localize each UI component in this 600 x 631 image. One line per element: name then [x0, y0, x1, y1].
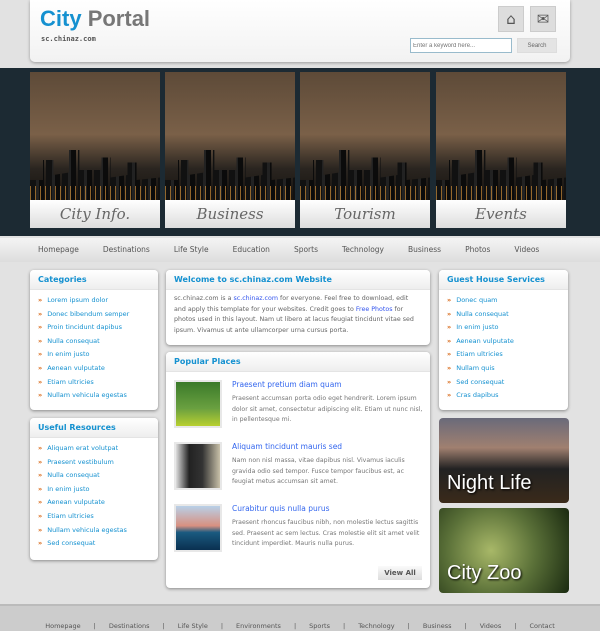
main-nav: Homepage Destinations Life Style Educati… — [0, 238, 600, 262]
nav-destinations[interactable]: Destinations — [103, 238, 150, 262]
nav-life-style[interactable]: Life Style — [174, 238, 209, 262]
resources-box: Useful Resources Aliquam erat volutpatPr… — [30, 418, 158, 560]
list-item[interactable]: Etiam ultricies — [447, 348, 560, 362]
footer-link[interactable]: Homepage — [45, 622, 80, 630]
footer-link[interactable]: Technology — [358, 622, 394, 630]
nav-sports[interactable]: Sports — [294, 238, 318, 262]
place-link[interactable]: Aliquam tincidunt mauris sed — [232, 442, 342, 451]
list-item[interactable]: Sed consequat — [447, 376, 560, 390]
nav-photos[interactable]: Photos — [465, 238, 490, 262]
list-item[interactable]: In enim justo — [447, 321, 560, 335]
list-item[interactable]: Etiam ultricies — [38, 376, 150, 390]
list-item[interactable]: Cras dapibus — [447, 389, 560, 403]
welcome-text: sc.chinaz.com is a sc.chinaz.com for eve… — [174, 295, 414, 334]
list-item[interactable]: Nulla consequat — [447, 308, 560, 322]
divider: | — [293, 622, 297, 630]
banner: City Info. Business Tourism Events — [0, 68, 600, 236]
search-input[interactable] — [410, 38, 512, 53]
list-item[interactable]: Aenean vulputate — [38, 362, 150, 376]
mail-icon[interactable]: ✉ — [530, 6, 556, 32]
list-item: Praesent pretium diam quam Praesent accu… — [174, 380, 422, 438]
free-photos-link[interactable]: Free Photos — [356, 306, 393, 313]
list-item[interactable]: Donec quam — [447, 294, 560, 308]
city-zoo-promo[interactable]: City Zoo — [439, 508, 569, 593]
header: City Portal sc.chinaz.com ⌂ ✉ Search — [30, 0, 570, 62]
list-item: Aliquam tincidunt mauris sed Nam non nis… — [174, 442, 422, 500]
list-item[interactable]: In enim justo — [38, 483, 150, 497]
banner-business[interactable]: Business — [165, 72, 295, 228]
banner-events[interactable]: Events — [436, 72, 566, 228]
divider: | — [220, 622, 224, 630]
site-link[interactable]: sc.chinaz.com — [233, 295, 278, 302]
list-item[interactable]: Nulla consequat — [38, 469, 150, 483]
footer-link[interactable]: Contact — [530, 622, 555, 630]
thumbnail[interactable] — [174, 442, 222, 490]
list-item[interactable]: Nullam vehicula egestas — [38, 389, 150, 403]
banner-city-info[interactable]: City Info. — [30, 72, 160, 228]
footer-link[interactable]: Videos — [480, 622, 502, 630]
divider: | — [342, 622, 346, 630]
list-item[interactable]: Sed consequat — [38, 537, 150, 551]
place-link[interactable]: Praesent pretium diam quam — [232, 380, 342, 389]
list-item[interactable]: Praesent vestibulum — [38, 456, 150, 470]
list-item[interactable]: Donec bibendum semper — [38, 308, 150, 322]
site-subtitle: sc.chinaz.com — [41, 35, 96, 43]
list-item[interactable]: Aenean vulputate — [38, 496, 150, 510]
nav-videos[interactable]: Videos — [514, 238, 539, 262]
list-item[interactable]: Aenean vulputate — [447, 335, 560, 349]
view-all-button[interactable]: View All — [378, 566, 422, 580]
popular-box: Popular Places Praesent pretium diam qua… — [166, 352, 430, 588]
list-item[interactable]: Nullam quis — [447, 362, 560, 376]
thumbnail[interactable] — [174, 504, 222, 552]
divider: | — [464, 622, 467, 630]
night-life-promo[interactable]: Night Life — [439, 418, 569, 503]
divider: | — [407, 622, 410, 630]
guest-box: Guest House Services Donec quamNulla con… — [439, 270, 568, 410]
list-item[interactable]: Lorem ipsum dolor — [38, 294, 150, 308]
divider: | — [162, 622, 165, 630]
list-item[interactable]: Aliquam erat volutpat — [38, 442, 150, 456]
logo[interactable]: City Portal — [40, 6, 150, 32]
welcome-box: Welcome to sc.chinaz.com Website sc.chin… — [166, 270, 430, 345]
list-item[interactable]: Proin tincidunt dapibus — [38, 321, 150, 335]
banner-tourism[interactable]: Tourism — [300, 72, 430, 228]
footer-link[interactable]: Sports — [309, 622, 330, 630]
divider: | — [514, 622, 517, 630]
footer-link[interactable]: Life Style — [178, 622, 208, 630]
divider: | — [93, 622, 96, 630]
footer-link[interactable]: Environments — [236, 622, 281, 630]
place-link[interactable]: Curabitur quis nulla purus — [232, 504, 329, 513]
search-button[interactable]: Search — [517, 38, 557, 53]
footer-link[interactable]: Business — [423, 622, 452, 630]
footer-link[interactable]: Destinations — [109, 622, 150, 630]
list-item[interactable]: Nulla consequat — [38, 335, 150, 349]
nav-business[interactable]: Business — [408, 238, 441, 262]
list-item[interactable]: Nullam vehicula egestas — [38, 524, 150, 538]
list-item: Curabitur quis nulla purus Praesent rhon… — [174, 504, 422, 562]
list-item[interactable]: In enim justo — [38, 348, 150, 362]
nav-education[interactable]: Education — [233, 238, 270, 262]
nav-technology[interactable]: Technology — [342, 238, 384, 262]
thumbnail[interactable] — [174, 380, 222, 428]
footer: Homepage | Destinations | Life Style | Environ… — [0, 604, 600, 631]
home-icon[interactable]: ⌂ — [498, 6, 524, 32]
list-item[interactable]: Etiam ultricies — [38, 510, 150, 524]
categories-box: Categories Lorem ipsum dolorDonec bibend… — [30, 270, 158, 410]
nav-homepage[interactable]: Homepage — [38, 238, 79, 262]
